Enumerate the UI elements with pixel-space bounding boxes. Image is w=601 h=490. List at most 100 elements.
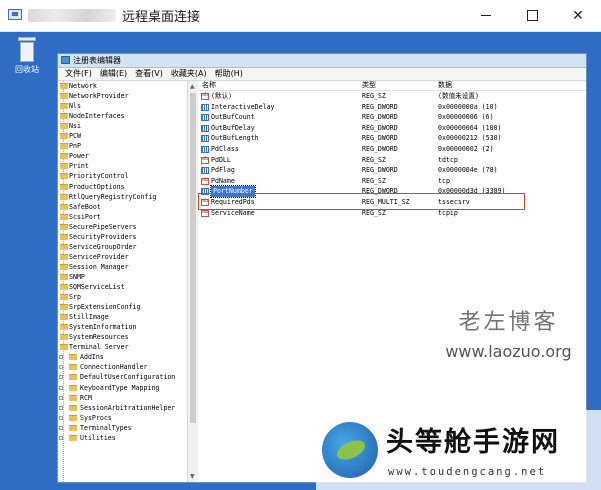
tree-item-label: Srp <box>69 293 81 302</box>
menu-favorites[interactable]: 收藏夹(A) <box>167 68 211 80</box>
regedit-icon <box>61 56 70 64</box>
tree-item-label: Power <box>69 152 89 161</box>
value-row[interactable]: PdClass REG_DWORD 0x00000002 (2) <box>198 144 586 155</box>
value-name: InteractiveDelay <box>211 102 275 111</box>
watermark2-site-url: www.toudengcang.net <box>388 466 547 478</box>
column-data[interactable]: 数据 <box>438 81 452 90</box>
scroll-up-icon[interactable]: ▲ <box>190 83 195 90</box>
folder-icon <box>60 173 68 180</box>
value-type: REG_SZ <box>362 155 386 164</box>
tree-item[interactable]: ProductOptions <box>58 182 187 192</box>
expand-icon[interactable] <box>59 415 63 420</box>
expand-icon[interactable] <box>59 375 63 380</box>
folder-icon <box>69 384 77 391</box>
tree-item[interactable]: SecurePipeServers <box>58 222 187 232</box>
menu-view[interactable]: 查看(V) <box>131 68 167 80</box>
menu-help[interactable]: 帮助(H) <box>211 68 247 80</box>
tree-subitem[interactable]: SysProcs <box>58 413 187 423</box>
tree-item[interactable]: SystemResources <box>58 332 187 342</box>
tree-item-label: NodeInterfaces <box>69 112 125 121</box>
value-row[interactable]: OutBufCount REG_DWORD 0x00000006 (6) <box>198 112 586 123</box>
tree-item-label: ProductOptions <box>69 182 125 191</box>
column-name[interactable]: 名称 <box>202 81 216 90</box>
tree-item[interactable]: Terminal Server <box>58 342 187 352</box>
tree-scrollbar[interactable]: ▲ ▼ <box>187 81 198 482</box>
tree-item[interactable]: Nls <box>58 101 187 111</box>
tree-item[interactable]: NodeInterfaces <box>58 111 187 121</box>
value-row[interactable]: OutBufLength REG_DWORD 0x00000212 (530) <box>198 133 586 144</box>
dword-value-icon <box>201 124 209 132</box>
remote-desktop-icon <box>8 9 22 20</box>
tree-subitem[interactable]: ConnectionHandler <box>58 362 187 372</box>
tree-subitem[interactable]: DefaultUserConfiguration <box>58 372 187 382</box>
maximize-button[interactable] <box>509 0 555 31</box>
expand-icon[interactable] <box>59 365 63 370</box>
tree-item[interactable]: Nsi <box>58 121 187 131</box>
close-button[interactable]: ✕ <box>555 0 601 31</box>
folder-icon <box>69 404 77 411</box>
tree-item[interactable]: SafeBoot <box>58 202 187 212</box>
tree-subitem-label: Utilities <box>80 433 116 442</box>
tree-item[interactable]: ScsiPort <box>58 212 187 222</box>
tree-subitem-label: DefaultUserConfiguration <box>80 373 176 382</box>
tree-item[interactable]: StillImage <box>58 312 187 322</box>
folder-icon <box>60 93 68 100</box>
tree-item-label: StillImage <box>69 313 109 322</box>
tree-item[interactable]: ServiceGroupOrder <box>58 242 187 252</box>
tree-item[interactable]: Print <box>58 161 187 171</box>
value-row[interactable]: PdFlag REG_DWORD 0x0000004e (78) <box>198 165 586 176</box>
value-row[interactable]: PdName REG_SZ tcp <box>198 176 586 187</box>
value-row[interactable]: OutBufDelay REG_DWORD 0x00000064 (100) <box>198 123 586 134</box>
tree-item[interactable]: Srp <box>58 292 187 302</box>
menu-file[interactable]: 文件(F) <box>61 68 96 80</box>
value-row[interactable]: InteractiveDelay REG_DWORD 0x0000000a (10) <box>198 102 586 113</box>
tree-item-label: Session Manager <box>69 262 129 271</box>
value-type: REG_DWORD <box>362 134 398 143</box>
tree-subitem[interactable]: KeyboardType Mapping <box>58 383 187 393</box>
tree-item[interactable]: SNMP <box>58 272 187 282</box>
tree-item[interactable]: Power <box>58 151 187 161</box>
expand-icon[interactable] <box>59 435 63 440</box>
column-type[interactable]: 类型 <box>362 81 376 90</box>
value-row[interactable]: PdDLL REG_SZ tdtcp <box>198 155 586 166</box>
tree-item[interactable]: SrpExtensionConfig <box>58 302 187 312</box>
tree-item[interactable]: NetworkProvider <box>58 91 187 101</box>
tree-subitem[interactable]: Utilities <box>58 433 187 443</box>
tree-item[interactable]: SQMServiceList <box>58 282 187 292</box>
folder-icon <box>60 153 68 160</box>
minimize-button[interactable] <box>463 0 509 31</box>
recycle-bin-shortcut[interactable]: 回收站 <box>10 36 44 75</box>
expand-icon[interactable] <box>59 405 63 410</box>
string-value-icon <box>201 156 209 164</box>
tree-item[interactable]: RtlQueryRegistryConfig <box>58 192 187 202</box>
scroll-thumb[interactable] <box>190 93 196 423</box>
value-row[interactable]: (默认) REG_SZ (数值未设置) <box>198 91 586 102</box>
tree-item[interactable]: PnP <box>58 141 187 151</box>
tree-item[interactable]: SecurityProviders <box>58 232 187 242</box>
tree-item-label: Print <box>69 162 89 171</box>
tree-subitem-label: KeyboardType Mapping <box>80 383 160 392</box>
expand-icon[interactable] <box>59 425 63 430</box>
menu-edit[interactable]: 编辑(E) <box>96 68 131 80</box>
toudengcang-logo-icon <box>322 422 378 478</box>
tree-item-label: SystemInformation <box>69 323 137 332</box>
tree-subitem-label: TerminalTypes <box>80 423 132 432</box>
key-tree[interactable]: Network NetworkProvider Nls NodeInterfaces N… <box>58 81 188 482</box>
tree-item-label: PCW <box>69 132 81 141</box>
tree-item[interactable]: Session Manager <box>58 262 187 272</box>
scroll-down-icon[interactable]: ▼ <box>190 473 195 480</box>
folder-icon <box>60 213 68 220</box>
tree-item[interactable]: Network <box>58 81 187 91</box>
tree-item[interactable]: PriorityControl <box>58 171 187 181</box>
tree-item[interactable]: ServiceProvider <box>58 252 187 262</box>
tree-item[interactable]: PCW <box>58 131 187 141</box>
tree-subitem[interactable]: RCM <box>58 393 187 403</box>
tree-subitem-label: RCM <box>80 393 92 402</box>
tree-subitem[interactable]: AddIns <box>58 352 187 362</box>
expand-icon[interactable] <box>59 395 63 400</box>
expand-icon[interactable] <box>59 385 63 390</box>
tree-subitem[interactable]: TerminalTypes <box>58 423 187 433</box>
tree-subitem[interactable]: SessionArbitrationHelper <box>58 403 187 413</box>
expand-icon[interactable] <box>59 355 63 360</box>
tree-item[interactable]: SystemInformation <box>58 322 187 332</box>
